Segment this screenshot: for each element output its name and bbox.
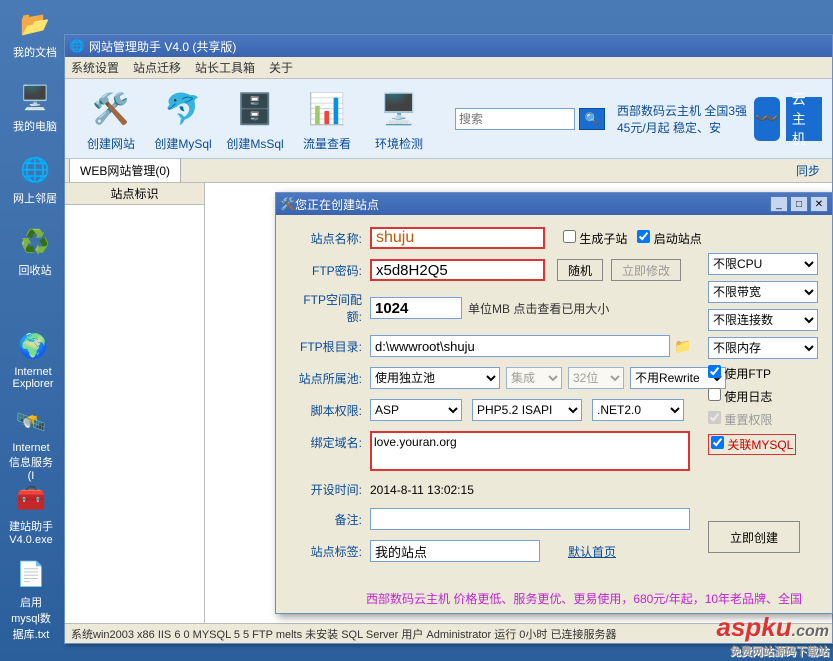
app-title: 网站管理助手 V4.0 (共享版) <box>89 38 236 55</box>
net-select[interactable]: .NET2.0 <box>592 399 684 421</box>
label-ftp-root: FTP根目录: <box>290 338 370 355</box>
domain-input[interactable] <box>370 431 690 471</box>
search-button[interactable]: 🔍 <box>579 108 605 130</box>
desktop-icon[interactable]: ♻️回收站 <box>10 224 60 278</box>
ftp-root-input[interactable] <box>370 335 670 357</box>
toolbar: 🛠️创建网站🐬创建MySql🗄️创建MsSql📊流量查看🖥️环境检测 🔍 西部数… <box>65 79 832 159</box>
toolbar-button[interactable]: 🖥️环境检测 <box>363 85 435 152</box>
ftp-quota-input[interactable] <box>370 297 462 319</box>
pool-mode-select: 集成 <box>506 367 562 389</box>
modify-button: 立即修改 <box>611 259 681 281</box>
bandwidth-limit-select[interactable]: 不限带宽 <box>708 281 818 303</box>
php-select[interactable]: PHP5.2 ISAPI <box>472 399 582 421</box>
checkbox-use-ftp[interactable]: 使用FTP <box>708 365 818 382</box>
toolbar-button[interactable]: 📊流量查看 <box>291 85 363 152</box>
dialog-titlebar[interactable]: 🛠️ 您正在创建站点 _ □ ✕ <box>276 193 832 215</box>
desktop-icon[interactable]: 📄启用mysql数据库.txt <box>6 556 56 642</box>
desktop-icon[interactable]: 🖥️我的电脑 <box>10 80 60 134</box>
quota-hint: 单位MB 点击查看已用大小 <box>468 300 609 317</box>
browse-folder-icon[interactable]: 📁 <box>674 338 691 355</box>
tags-input[interactable] <box>370 540 540 562</box>
search-input[interactable] <box>455 108 575 130</box>
dialog-icon: 🛠️ <box>280 197 295 211</box>
label-script: 脚本权限: <box>290 402 370 419</box>
close-button[interactable]: ✕ <box>810 196 828 212</box>
toolbar-button[interactable]: 🐬创建MySql <box>147 85 219 152</box>
label-open-time: 开设时间: <box>290 481 370 498</box>
checkbox-link-mysql[interactable]: 关联MYSQL <box>708 434 796 455</box>
remark-input[interactable] <box>370 508 690 530</box>
desktop-icon[interactable]: 📂我的文档 <box>10 6 60 60</box>
tab-web-sites[interactable]: WEB网站管理(0) <box>69 159 181 182</box>
sync-button[interactable]: 同步 <box>788 159 828 182</box>
site-list-panel: 站点标识 <box>65 183 205 623</box>
checkbox-reset-perm[interactable]: 重置权限 <box>708 411 818 428</box>
menubar: 系统设置站点迁移站长工具箱关于 <box>65 57 832 79</box>
maximize-button[interactable]: □ <box>790 196 808 212</box>
checkbox-start-site[interactable]: 启动站点 <box>637 230 701 247</box>
label-pool: 站点所属池: <box>290 370 370 387</box>
minimize-button[interactable]: _ <box>770 196 788 212</box>
toolbar-button[interactable]: 🛠️创建网站 <box>75 85 147 152</box>
watermark: aspku.com 免费网站源码下载站 <box>717 612 830 659</box>
right-panel: 不限CPU 不限带宽 不限连接数 不限内存 使用FTP 使用日志 重置权限 关联… <box>708 253 818 553</box>
label-domain: 绑定域名: <box>290 431 370 451</box>
cloud-host-button[interactable]: 云主机 <box>786 97 822 141</box>
checkbox-gen-sub[interactable]: 生成子站 <box>563 230 627 247</box>
label-ftp-pwd: FTP密码: <box>290 262 370 279</box>
checkbox-use-log[interactable]: 使用日志 <box>708 388 818 405</box>
tabs-row: WEB网站管理(0) 同步 <box>65 159 832 183</box>
brand-logo: 〰️ <box>754 97 779 141</box>
pool-select[interactable]: 使用独立池 <box>370 367 500 389</box>
cpu-limit-select[interactable]: 不限CPU <box>708 253 818 275</box>
toolbar-button[interactable]: 🗄️创建MsSql <box>219 85 291 152</box>
memory-limit-select[interactable]: 不限内存 <box>708 337 818 359</box>
open-time-value: 2014-8-11 13:02:15 <box>370 483 474 497</box>
label-tags: 站点标签: <box>290 543 370 560</box>
ftp-password-input[interactable] <box>370 259 545 281</box>
label-remark: 备注: <box>290 511 370 528</box>
desktop-icon[interactable]: 🛰️Internet 信息服务(I <box>6 404 56 482</box>
dialog-title: 您正在创建站点 <box>295 196 379 213</box>
menu-item[interactable]: 关于 <box>269 59 293 76</box>
site-name-input[interactable] <box>370 227 545 249</box>
bits-select: 32位 <box>568 367 624 389</box>
site-list-header: 站点标识 <box>65 183 204 205</box>
dialog-promo: 西部数码云主机 价格更低、服务更优、更易使用，680元/年起，10年老品牌、全国 <box>366 590 802 607</box>
menu-item[interactable]: 站点迁移 <box>133 59 181 76</box>
create-site-dialog: 🛠️ 您正在创建站点 _ □ ✕ 站点名称: 生成子站 启动站点 FTP密码: … <box>275 192 833 614</box>
desktop-icon[interactable]: 🌐网上邻居 <box>10 152 60 206</box>
menu-item[interactable]: 系统设置 <box>71 59 119 76</box>
label-ftp-quota: FTP空间配额: <box>290 291 370 325</box>
desktop-icon[interactable]: 🧰建站助手V4.0.exe <box>6 480 56 546</box>
desktop-icon[interactable]: 🌍Internet Explorer <box>8 328 58 390</box>
asp-select[interactable]: ASP <box>370 399 462 421</box>
default-page-link[interactable]: 默认首页 <box>568 543 616 560</box>
search-box: 🔍 <box>455 108 605 130</box>
toolbar-promo: 西部数码云主机 全国3强 45元/月起 稳定、安 <box>617 102 754 136</box>
label-site-name: 站点名称: <box>290 230 370 247</box>
create-button[interactable]: 立即创建 <box>708 521 800 553</box>
menu-item[interactable]: 站长工具箱 <box>195 59 255 76</box>
app-icon: 🌐 <box>69 38 85 54</box>
random-button[interactable]: 随机 <box>557 259 603 281</box>
app-titlebar[interactable]: 🌐 网站管理助手 V4.0 (共享版) <box>65 35 832 57</box>
connection-limit-select[interactable]: 不限连接数 <box>708 309 818 331</box>
